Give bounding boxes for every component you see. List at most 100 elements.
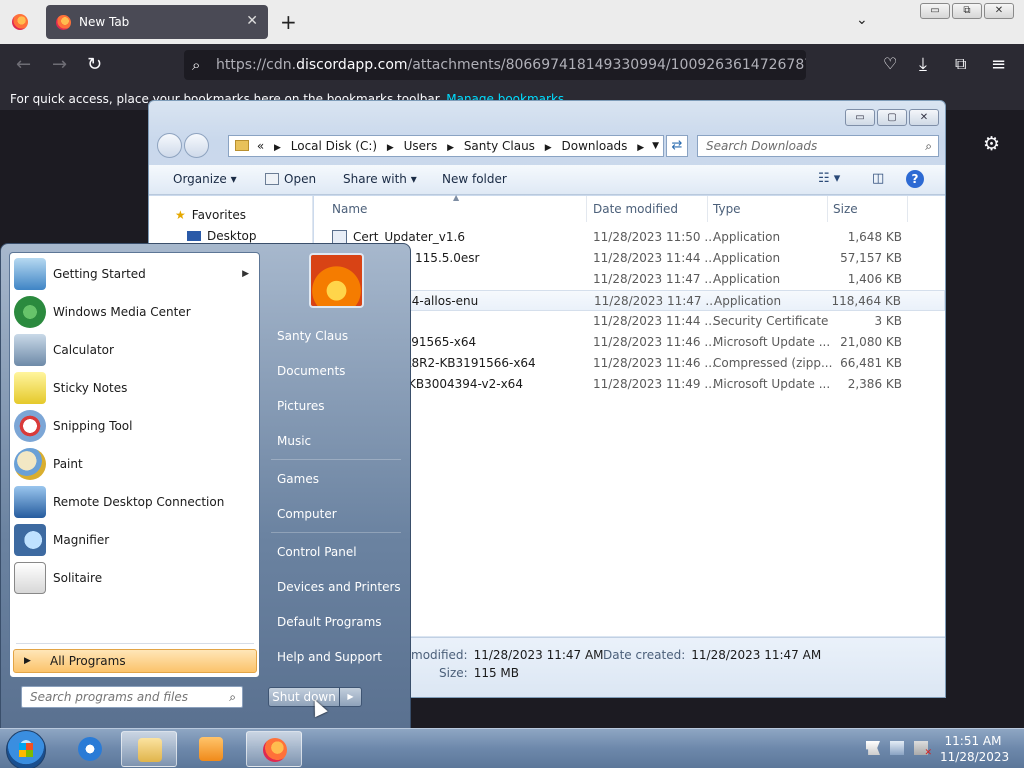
forward-icon[interactable]: → bbox=[52, 54, 67, 75]
column-type[interactable]: Type bbox=[713, 202, 741, 216]
start-right-pictures[interactable]: Pictures bbox=[277, 399, 325, 413]
new-tab-icon[interactable]: + bbox=[280, 10, 297, 34]
shutdown-options-icon[interactable]: ▶ bbox=[340, 687, 362, 707]
program-paint[interactable]: Paint bbox=[14, 446, 257, 482]
column-size[interactable]: Size bbox=[833, 202, 858, 216]
search-downloads-input[interactable]: Search Downloads ⌕ bbox=[697, 135, 939, 157]
breadcrumb-users[interactable]: Users bbox=[404, 139, 438, 153]
network-icon[interactable] bbox=[890, 741, 904, 755]
explorer-minimize-button[interactable]: ▭ bbox=[845, 109, 875, 126]
taskbar-media-player[interactable] bbox=[183, 731, 239, 767]
search-icon: ⌕ bbox=[192, 56, 201, 74]
list-tabs-icon[interactable]: ⌄ bbox=[856, 12, 868, 28]
open-icon bbox=[265, 173, 279, 185]
solitaire-icon bbox=[14, 562, 46, 594]
pocket-icon[interactable]: ♡ bbox=[883, 54, 897, 73]
program-snipping-tool[interactable]: Snipping Tool bbox=[14, 408, 257, 444]
taskbar-explorer[interactable] bbox=[121, 731, 177, 767]
share-with-button[interactable]: Share with ▾ bbox=[343, 172, 417, 186]
column-name[interactable]: Name bbox=[332, 202, 367, 216]
action-center-flag-icon[interactable] bbox=[866, 741, 880, 755]
program-getting-started[interactable]: Getting Started ▶ bbox=[14, 256, 257, 292]
firefox-navbar: ← → ↻ ⌕ https://cdn.discordapp.com/attac… bbox=[0, 44, 1024, 86]
start-right-help-support[interactable]: Help and Support bbox=[277, 650, 382, 664]
getting-started-icon bbox=[14, 258, 46, 290]
organize-button[interactable]: Organize ▾ bbox=[173, 172, 237, 186]
program-remote-desktop[interactable]: Remote Desktop Connection bbox=[14, 484, 257, 520]
explorer-forward-button[interactable] bbox=[184, 133, 209, 158]
program-magnifier[interactable]: Magnifier bbox=[14, 522, 257, 558]
program-sticky-notes[interactable]: Sticky Notes bbox=[14, 370, 257, 406]
user-picture[interactable] bbox=[309, 253, 364, 308]
firefox-icon bbox=[263, 738, 287, 762]
preview-pane-icon[interactable]: ◫ bbox=[872, 171, 884, 186]
menu-icon[interactable]: ≡ bbox=[991, 54, 1006, 75]
start-button[interactable] bbox=[6, 730, 46, 768]
desktop-icon bbox=[187, 231, 201, 241]
sort-ascending-icon: ▲ bbox=[453, 193, 460, 202]
close-button[interactable]: ✕ bbox=[984, 3, 1014, 19]
breadcrumb-downloads[interactable]: Downloads bbox=[562, 139, 628, 153]
nav-desktop[interactable]: Desktop bbox=[187, 229, 257, 243]
start-right-documents[interactable]: Documents bbox=[277, 364, 345, 378]
folder-icon bbox=[138, 738, 162, 762]
program-windows-media-center[interactable]: Windows Media Center bbox=[14, 294, 257, 330]
volume-muted-icon[interactable] bbox=[914, 741, 932, 758]
magnifier-icon bbox=[14, 524, 46, 556]
reload-icon[interactable]: ↻ bbox=[87, 54, 102, 75]
downloads-icon[interactable]: ⤓ bbox=[919, 54, 927, 75]
address-dropdown-icon[interactable]: ▼ bbox=[652, 136, 659, 156]
url-path: /attachments/806697418149330994/10092636… bbox=[407, 57, 806, 73]
program-solitaire[interactable]: Solitaire bbox=[14, 560, 257, 596]
extensions-icon[interactable]: ⧉ bbox=[955, 54, 966, 74]
minimize-button[interactable]: ▭ bbox=[920, 3, 950, 19]
new-folder-button[interactable]: New folder bbox=[442, 172, 507, 186]
search-icon: ⌕ bbox=[229, 690, 236, 704]
start-right-devices-printers[interactable]: Devices and Printers bbox=[277, 580, 401, 594]
start-right-user[interactable]: Santy Claus bbox=[277, 329, 348, 343]
breadcrumb-santy-claus[interactable]: Santy Claus bbox=[464, 139, 535, 153]
gear-icon[interactable]: ⚙ bbox=[983, 133, 1000, 155]
taskbar-firefox[interactable] bbox=[246, 731, 302, 767]
clock-time: 11:51 AM bbox=[944, 734, 1002, 748]
url-host: discordapp.com bbox=[296, 57, 408, 73]
start-right-default-programs[interactable]: Default Programs bbox=[277, 615, 382, 629]
address-bar[interactable]: « ▶ Local Disk (C:) ▶ Users ▶ Santy Clau… bbox=[228, 135, 664, 157]
nav-favorites[interactable]: ★ Favorites bbox=[175, 208, 246, 222]
start-right-control-panel[interactable]: Control Panel bbox=[277, 545, 357, 559]
address-overflow[interactable]: « bbox=[257, 139, 264, 153]
clock[interactable]: 11:51 AM 11/28/2023 bbox=[940, 733, 1009, 765]
start-search-input[interactable]: Search programs and files ⌕ bbox=[21, 686, 243, 708]
tab-title: New Tab bbox=[79, 15, 130, 29]
explorer-close-button[interactable]: ✕ bbox=[909, 109, 939, 126]
restore-button[interactable]: ⧉ bbox=[952, 3, 982, 19]
column-date-modified[interactable]: Date modified bbox=[593, 202, 678, 216]
refresh-icon[interactable]: ⇄ bbox=[666, 135, 688, 157]
taskbar: 11:51 AM 11/28/2023 bbox=[0, 728, 1024, 768]
breadcrumb-local-disk[interactable]: Local Disk (C:) bbox=[291, 139, 377, 153]
back-icon[interactable]: ← bbox=[16, 54, 31, 75]
view-icon[interactable]: ☷ ▾ bbox=[818, 171, 840, 186]
start-right-computer[interactable]: Computer bbox=[277, 507, 337, 521]
program-calculator[interactable]: Calculator bbox=[14, 332, 257, 368]
calculator-icon bbox=[14, 334, 46, 366]
all-programs-button[interactable]: ▶ All Programs bbox=[13, 649, 257, 673]
explorer-maximize-button[interactable]: ▢ bbox=[877, 109, 907, 126]
explorer-back-button[interactable] bbox=[157, 133, 182, 158]
start-right-music[interactable]: Music bbox=[277, 434, 311, 448]
firefox-titlebar: New Tab ✕ + ⌄ ▭ ⧉ ✕ bbox=[0, 0, 1024, 44]
help-icon[interactable]: ? bbox=[906, 170, 924, 188]
shutdown-button[interactable]: Shut down bbox=[268, 687, 340, 707]
window-controls: ▭ ⧉ ✕ bbox=[920, 3, 1014, 19]
url-bar[interactable]: ⌕ https://cdn.discordapp.com/attachments… bbox=[184, 50, 806, 80]
start-menu: Getting Started ▶ Windows Media Center Ca… bbox=[0, 243, 411, 729]
open-button[interactable]: Open bbox=[265, 172, 316, 186]
taskbar-internet-explorer[interactable] bbox=[62, 731, 118, 767]
start-right-games[interactable]: Games bbox=[277, 472, 319, 486]
explorer-toolbar: Organize ▾ Open Share with ▾ New folder … bbox=[149, 165, 945, 195]
media-player-icon bbox=[199, 737, 223, 761]
search-icon: ⌕ bbox=[925, 139, 932, 153]
close-tab-icon[interactable]: ✕ bbox=[246, 13, 258, 29]
tab-new-tab[interactable]: New Tab ✕ bbox=[46, 5, 268, 39]
windows-media-center-icon bbox=[14, 296, 46, 328]
